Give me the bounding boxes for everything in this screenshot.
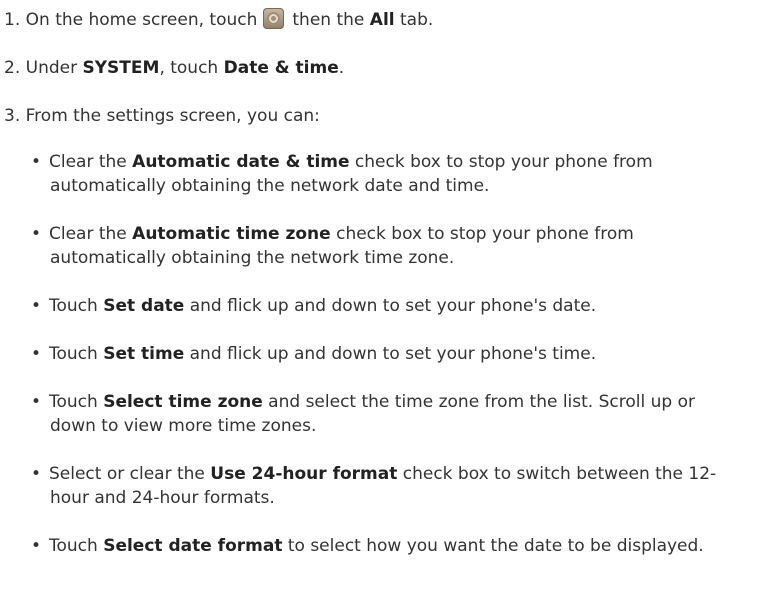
step-number: 3. xyxy=(4,106,21,126)
bullet-dot: • xyxy=(31,296,42,316)
instructions-document: 1. On the home screen, touch then the All… xyxy=(0,0,764,601)
bullet-continuation: automatically obtaining the network time… xyxy=(50,248,455,268)
bullet-continuation: down to view more time zones. xyxy=(50,416,317,436)
bullet-text: Clear the xyxy=(49,224,133,244)
bullet-text: Touch xyxy=(49,296,104,316)
bullet-item: • Select or clear the Use 24-hour format … xyxy=(31,462,716,486)
settings-icon xyxy=(263,7,285,29)
bullet-item: • Touch Select time zone and select the t… xyxy=(31,390,695,414)
bullet-bold-text: Automatic date & time xyxy=(132,152,350,172)
step-bold-text: SYSTEM xyxy=(82,58,160,78)
bullet-text: Clear the xyxy=(49,152,133,172)
step-number: 2. xyxy=(4,58,21,78)
bullet-text: Touch xyxy=(49,536,104,556)
step-text: On the home screen, touch xyxy=(20,10,258,30)
bullet-dot: • xyxy=(31,224,42,244)
step-text: tab. xyxy=(394,10,434,30)
bullet-dot: • xyxy=(31,536,42,556)
bullet-text: Touch xyxy=(49,392,104,412)
bullet-dot: • xyxy=(31,464,42,484)
bullet-bold-text: Automatic time zone xyxy=(132,224,331,244)
bullet-text: Select or clear the xyxy=(49,464,211,484)
step-text: From the settings screen, you can: xyxy=(20,106,320,126)
bullet-item: • Touch Set time and flick up and down to… xyxy=(31,342,596,366)
bullet-text: Touch xyxy=(49,344,104,364)
bullet-dot: • xyxy=(31,152,42,172)
bullet-text: and select the time zone from the list. … xyxy=(262,392,695,412)
step-2: 2. Under SYSTEM, touch Date & time. xyxy=(4,56,344,80)
bullet-text: check box to stop your phone from xyxy=(330,224,634,244)
bullet-bold-text: Set time xyxy=(103,344,185,364)
step-number: 1. xyxy=(4,10,21,30)
bullet-text: check box to switch between the 12- xyxy=(397,464,717,484)
bullet-continuation: automatically obtaining the network date… xyxy=(50,176,490,196)
bullet-item: • Touch Set date and flick up and down to… xyxy=(31,294,596,318)
step-text: . xyxy=(338,58,345,78)
bullet-text: to select how you want the date to be di… xyxy=(282,536,704,556)
bullet-item: • Clear the Automatic date & time check b… xyxy=(31,150,653,174)
bullet-continuation: hour and 24-hour formats. xyxy=(50,488,275,508)
bullet-bold-text: Select date format xyxy=(103,536,283,556)
bullet-bold-text: Use 24-hour format xyxy=(210,464,398,484)
bullet-text: and flick up and down to set your phone'… xyxy=(184,296,597,316)
bullet-item: • Clear the Automatic time zone check box… xyxy=(31,222,634,246)
step-1: 1. On the home screen, touch then the All… xyxy=(4,7,434,32)
step-bold-text: All xyxy=(369,10,395,30)
step-3: 3. From the settings screen, you can: xyxy=(4,104,320,128)
step-text: Under xyxy=(20,58,83,78)
step-text: , touch xyxy=(159,58,224,78)
bullet-dot: • xyxy=(31,392,42,412)
bullet-bold-text: Set date xyxy=(103,296,185,316)
step-text: then the xyxy=(292,10,370,30)
bullet-text: check box to stop your phone from xyxy=(349,152,653,172)
bullet-item: • Touch Select date format to select how … xyxy=(31,534,704,558)
bullet-dot: • xyxy=(31,344,42,364)
bullet-text: and flick up and down to set your phone'… xyxy=(184,344,597,364)
bullet-bold-text: Select time zone xyxy=(103,392,263,412)
step-bold-text: Date & time xyxy=(223,58,339,78)
